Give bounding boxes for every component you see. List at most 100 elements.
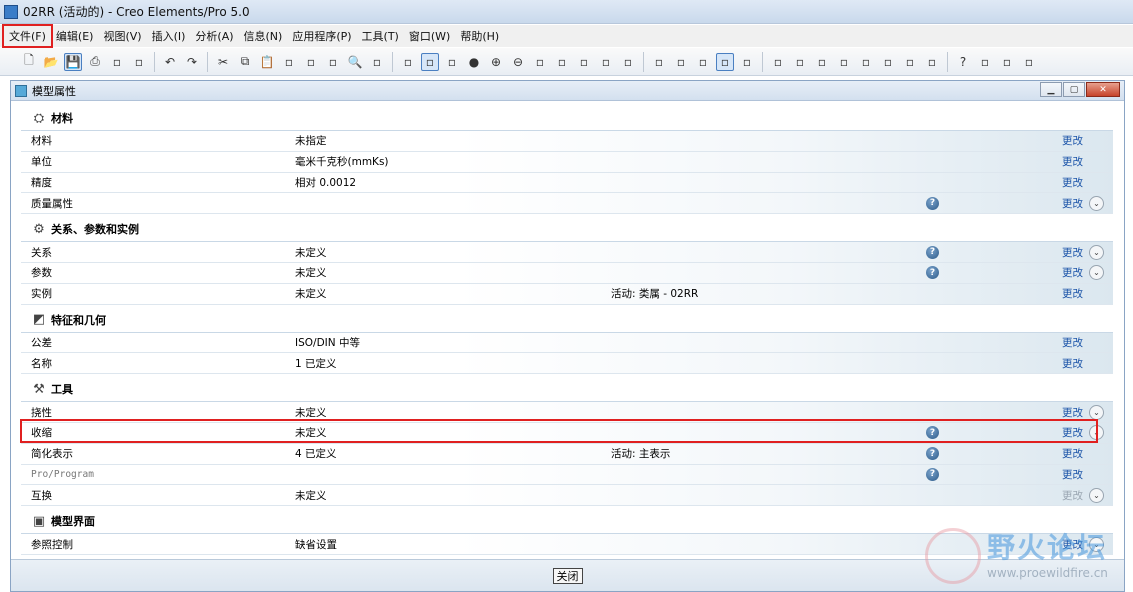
spin-center-icon[interactable]: ▫ xyxy=(421,52,439,71)
section-title: 材料 xyxy=(51,112,73,125)
menu-item-1[interactable]: 编辑(E) xyxy=(51,26,99,46)
property-label: 互换 xyxy=(31,489,52,502)
enhanced-realism-icon[interactable]: ▫ xyxy=(738,53,756,71)
change-link[interactable]: 更改 xyxy=(1062,405,1083,420)
wireframe-icon[interactable]: ▫ xyxy=(650,53,668,71)
annotation-icon[interactable]: ▫ xyxy=(857,53,875,71)
regenerate-icon[interactable]: ▫ xyxy=(302,53,320,71)
save-icon[interactable]: 💾 xyxy=(64,52,82,71)
chevron-down-icon[interactable]: ⌄ xyxy=(1089,404,1104,420)
menu-item-3[interactable]: 插入(I) xyxy=(147,26,191,46)
shading-icon[interactable]: ● xyxy=(465,53,483,71)
change-link[interactable]: 更改 xyxy=(1062,265,1083,280)
regen-manager-icon[interactable]: ▫ xyxy=(324,53,342,71)
chevron-down-icon[interactable]: ⌄ xyxy=(1089,425,1104,441)
select-box-icon[interactable]: ▫ xyxy=(368,53,386,71)
change-link[interactable]: 更改 xyxy=(1062,133,1083,148)
dialog-icon xyxy=(15,84,27,97)
refit-icon[interactable]: ▫ xyxy=(531,53,549,71)
undo-icon[interactable]: ↶ xyxy=(161,53,179,71)
app-icon xyxy=(4,4,18,19)
saved-views-icon[interactable]: ▫ xyxy=(575,53,593,71)
change-link[interactable]: 更改 xyxy=(1062,196,1083,211)
dialog-header: 模型属性 ▁ ▢ ✕ xyxy=(11,81,1124,101)
property-extra: 活动: 主表示 xyxy=(611,448,671,461)
view-manager-icon[interactable]: ▫ xyxy=(619,53,637,71)
minimize-button[interactable]: ▁ xyxy=(1040,82,1062,97)
print-preview-icon[interactable]: ▫ xyxy=(108,53,126,71)
sketch-icon[interactable]: ▫ xyxy=(976,53,994,71)
datum-axes-icon[interactable]: ▫ xyxy=(791,53,809,71)
menu-item-6[interactable]: 应用程序(P) xyxy=(287,26,356,46)
property-label: 挠性 xyxy=(31,406,52,419)
menu-item-5[interactable]: 信息(N) xyxy=(239,26,288,46)
menu-item-2[interactable]: 视图(V) xyxy=(98,26,146,46)
csys-display-icon[interactable]: ▫ xyxy=(835,53,853,71)
help-whats-this-icon[interactable]: ? xyxy=(954,53,972,71)
menu-item-7[interactable]: 工具(T) xyxy=(357,26,404,46)
spin-icon[interactable]: ▫ xyxy=(879,53,897,71)
dialog-footer: 关闭 xyxy=(11,559,1124,591)
change-link[interactable]: 更改 xyxy=(1062,286,1083,301)
new-file-icon[interactable]: 🗋 xyxy=(20,53,38,71)
print-icon[interactable]: ⎙ xyxy=(86,53,104,71)
no-hidden-icon[interactable]: ▫ xyxy=(694,53,712,71)
change-link[interactable]: 更改 xyxy=(1062,245,1083,260)
change-link[interactable]: 更改 xyxy=(1062,356,1083,371)
help-icon[interactable]: ? xyxy=(926,447,939,461)
chevron-down-icon[interactable]: ⌄ xyxy=(1089,195,1104,211)
change-link[interactable]: 更改 xyxy=(1062,446,1083,461)
change-link[interactable]: 更改 xyxy=(1062,175,1083,190)
property-row: 互换 未定义 更改 ⌄ xyxy=(21,485,1113,507)
property-label: 参照控制 xyxy=(31,538,73,551)
shaded-icon[interactable]: ▫ xyxy=(716,52,734,71)
property-value: 未定义 xyxy=(295,246,327,259)
table-icon[interactable]: ▫ xyxy=(1020,53,1038,71)
help-icon[interactable]: ? xyxy=(926,467,939,481)
change-link[interactable]: 更改 xyxy=(1062,335,1083,350)
hidden-line-icon[interactable]: ▫ xyxy=(672,53,690,71)
datum-curve-icon[interactable]: ▫ xyxy=(923,53,941,71)
chevron-down-icon[interactable]: ⌄ xyxy=(1089,244,1104,260)
help-icon[interactable]: ? xyxy=(926,196,939,210)
section-header: ⚙ 关系、参数和实例 xyxy=(21,214,1113,243)
maximize-button[interactable]: ▢ xyxy=(1063,82,1085,97)
reorient-icon[interactable]: ▫ xyxy=(553,53,571,71)
change-link[interactable]: 更改 xyxy=(1062,537,1083,552)
chevron-down-icon[interactable]: ⌄ xyxy=(1089,265,1104,281)
menu-item-0[interactable]: 文件(F) xyxy=(2,24,53,48)
menu-item-8[interactable]: 窗口(W) xyxy=(404,26,455,46)
zoom-out-icon[interactable]: ⊖ xyxy=(509,53,527,71)
layers-icon[interactable]: ▫ xyxy=(597,53,615,71)
menu-item-9[interactable]: 帮助(H) xyxy=(455,26,504,46)
cut-icon[interactable]: ✂ xyxy=(214,53,232,71)
property-label: 实例 xyxy=(31,288,52,301)
chevron-down-icon[interactable]: ⌄ xyxy=(1089,487,1104,503)
copy-geom-icon[interactable]: ▫ xyxy=(998,53,1016,71)
help-icon[interactable]: ? xyxy=(926,266,939,280)
change-link[interactable]: 更改 xyxy=(1062,154,1083,169)
help-icon[interactable]: ? xyxy=(926,245,939,259)
find-icon[interactable]: 🔍 xyxy=(346,53,364,71)
toolbar-separator xyxy=(643,51,644,72)
change-link[interactable]: 更改 xyxy=(1062,467,1083,482)
datum-icon[interactable]: ▫ xyxy=(901,53,919,71)
material-icon: ⛭ xyxy=(33,110,45,126)
change-link[interactable]: 更改 xyxy=(1062,425,1083,440)
open-icon[interactable]: 📂 xyxy=(42,53,60,71)
close-button[interactable]: 关闭 xyxy=(552,567,583,584)
window-close-button[interactable]: ✕ xyxy=(1086,82,1120,97)
paste-icon[interactable]: 📋 xyxy=(258,53,276,71)
point-display-icon[interactable]: ▫ xyxy=(813,53,831,71)
datum-planes-icon[interactable]: ▫ xyxy=(769,53,787,71)
copy-icon[interactable]: ⧉ xyxy=(236,53,254,71)
zoom-in-icon[interactable]: ⊕ xyxy=(487,53,505,71)
chevron-down-icon[interactable]: ⌄ xyxy=(1089,536,1104,552)
send-icon[interactable]: ▫ xyxy=(130,53,148,71)
paste-special-icon[interactable]: ▫ xyxy=(280,53,298,71)
menu-item-4[interactable]: 分析(A) xyxy=(190,26,238,46)
redo-icon[interactable]: ↷ xyxy=(183,53,201,71)
redraw-icon[interactable]: ▫ xyxy=(399,53,417,71)
help-icon[interactable]: ? xyxy=(926,426,939,440)
orient-icon[interactable]: ▫ xyxy=(443,53,461,71)
